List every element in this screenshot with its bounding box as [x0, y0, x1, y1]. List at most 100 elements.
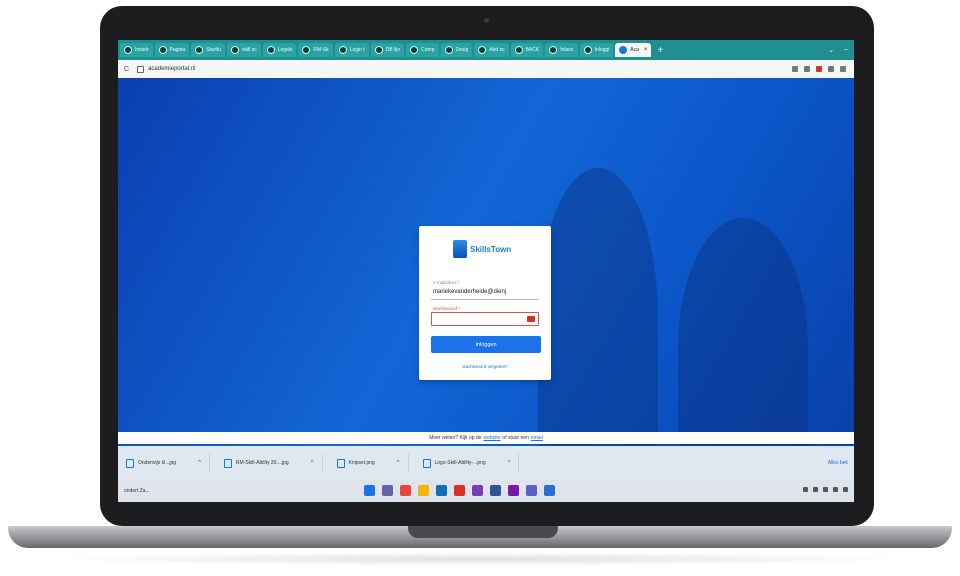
tab-favicon-icon [478, 46, 487, 54]
hero-background: SkillsTown e-mailadres * mariekevanderhe… [118, 78, 854, 472]
outlook-icon[interactable] [436, 485, 447, 496]
browser-tab[interactable]: Desig [440, 43, 473, 57]
browser-tab[interactable]: Legals [262, 43, 297, 57]
login-button[interactable]: Inloggen [431, 336, 541, 353]
tab-favicon-icon [195, 46, 204, 54]
browser-tab[interactable]: Comp [406, 43, 439, 57]
reload-icon[interactable]: C [124, 66, 129, 73]
camera-icon [484, 18, 489, 23]
chat-icon[interactable] [382, 485, 393, 496]
taskbar-apps [364, 485, 555, 496]
footer-prefix: Meer weten? Kijk op de [429, 435, 482, 441]
chevron-up-icon[interactable]: ^ [198, 460, 201, 466]
show-all-downloads-link[interactable]: Alles bek [828, 460, 854, 466]
password-label: wachtwoord * [433, 306, 461, 311]
website-link[interactable]: website [483, 435, 500, 441]
browser-tab[interactable]: Aca × [615, 43, 652, 57]
word-icon[interactable] [490, 485, 501, 496]
tab-search-icon[interactable]: ⌄ [828, 46, 834, 54]
browser-tab[interactable]: Abd sc [474, 43, 509, 57]
minimize-button[interactable]: – [844, 46, 848, 54]
tab-favicon-icon [302, 46, 311, 54]
tab-favicon-icon [230, 46, 239, 54]
email-underline [431, 299, 539, 300]
tab-label: Pagina [169, 47, 186, 53]
app2-icon[interactable] [544, 485, 555, 496]
tab-favicon-icon [124, 46, 132, 54]
background-person-figure [538, 168, 658, 468]
tab-favicon-icon [514, 46, 523, 54]
download-item[interactable]: Knipsel.png ^ [329, 454, 409, 472]
close-tab-icon[interactable]: × [644, 47, 648, 53]
system-tray [803, 487, 848, 492]
tab-favicon-icon [549, 46, 558, 54]
download-item[interactable]: Onderwijs kl...jpg ^ [118, 454, 210, 472]
password-field[interactable] [431, 312, 539, 326]
browser-tab[interactable]: Startfu [191, 43, 225, 57]
password-manager-icon[interactable] [527, 316, 535, 322]
download-filename: Knipsel.png [348, 460, 375, 466]
logo-text: SkillsTown [470, 244, 512, 254]
email-label: e-mailadres * [433, 280, 460, 285]
url-field[interactable]: academieportal.nl [148, 66, 195, 72]
chrome-icon[interactable] [400, 485, 411, 496]
email-field[interactable]: mariekevanderheide@dienj [433, 289, 506, 295]
battery-icon[interactable] [843, 487, 848, 492]
browser-tab[interactable]: Inlanc [545, 43, 578, 57]
new-tab-button[interactable]: + [657, 45, 663, 56]
footer-strip: Meer weten? Kijk op de website of stuur … [118, 432, 854, 444]
volume-icon[interactable] [833, 487, 838, 492]
tab-favicon-icon [410, 46, 419, 54]
chevron-up-icon[interactable]: ^ [508, 460, 511, 466]
taskbar-weather[interactable]: ondert Za... [124, 488, 184, 494]
chevron-up-icon[interactable] [803, 487, 808, 492]
laptop-shadow [40, 552, 920, 566]
tab-favicon-icon [266, 46, 275, 54]
browser-tab[interactable]: Inloggi [579, 43, 614, 57]
extension-icon[interactable] [816, 66, 822, 72]
windows-start-icon[interactable] [364, 485, 375, 496]
download-item[interactable]: Logo-Skill-Ability-...png ^ [415, 454, 520, 472]
sidebar-icon[interactable] [840, 66, 846, 72]
download-item[interactable]: RM-Skill-Ability 20....jpg ^ [216, 454, 323, 472]
chevron-up-icon[interactable]: ^ [311, 460, 314, 466]
lock-icon[interactable] [137, 65, 145, 73]
browser-tab[interactable]: DB lijn [370, 43, 405, 57]
tab-label: Desig [455, 47, 469, 53]
browser-tab[interactable]: RM-Sk [298, 43, 333, 57]
browser-tab[interactable]: BACK [510, 43, 544, 57]
tab-bar: Instelr Pagina Startfu skill sc Legals RM-Sk L… [118, 40, 854, 60]
puzzle-icon[interactable] [828, 66, 834, 72]
laptop-notch [408, 526, 558, 538]
tab-label: skill sc [241, 47, 257, 53]
file-icon [422, 458, 431, 468]
cloud-icon[interactable] [813, 487, 818, 492]
browser-tab[interactable]: Pagina [154, 43, 190, 57]
file-icon [336, 458, 345, 468]
folder-icon[interactable] [418, 485, 429, 496]
tab-label: Instelr [135, 47, 149, 53]
bookmark-star-icon[interactable] [804, 66, 810, 72]
forgot-password-link[interactable]: wachtwoord vergeten? [419, 364, 551, 369]
tab-favicon-icon [444, 46, 453, 54]
tab-label: RM-Sk [313, 47, 329, 53]
onenote-icon[interactable] [508, 485, 519, 496]
tab-label: Comp [421, 47, 435, 53]
chevron-up-icon[interactable]: ^ [397, 460, 400, 466]
download-filename: Logo-Skill-Ability-...png [434, 460, 486, 466]
browser-tab[interactable]: skill sc [226, 43, 261, 57]
tab-label: DB lijn [385, 47, 401, 53]
tab-label: Inlanc [560, 47, 574, 53]
wifi-icon[interactable] [823, 487, 828, 492]
window-controls: ⌄ – [828, 46, 854, 54]
tab-label: Aca [630, 47, 639, 53]
teams-icon[interactable] [526, 485, 537, 496]
share-icon[interactable] [792, 66, 798, 72]
browser-tab[interactable]: Instelr [120, 43, 153, 57]
app-icon[interactable] [472, 485, 483, 496]
acrobat-icon[interactable] [454, 485, 465, 496]
tab-favicon-icon [338, 46, 347, 54]
tab-label: Startfu [206, 47, 221, 53]
email-link[interactable]: email [531, 435, 543, 441]
browser-tab[interactable]: Login t [334, 43, 369, 57]
